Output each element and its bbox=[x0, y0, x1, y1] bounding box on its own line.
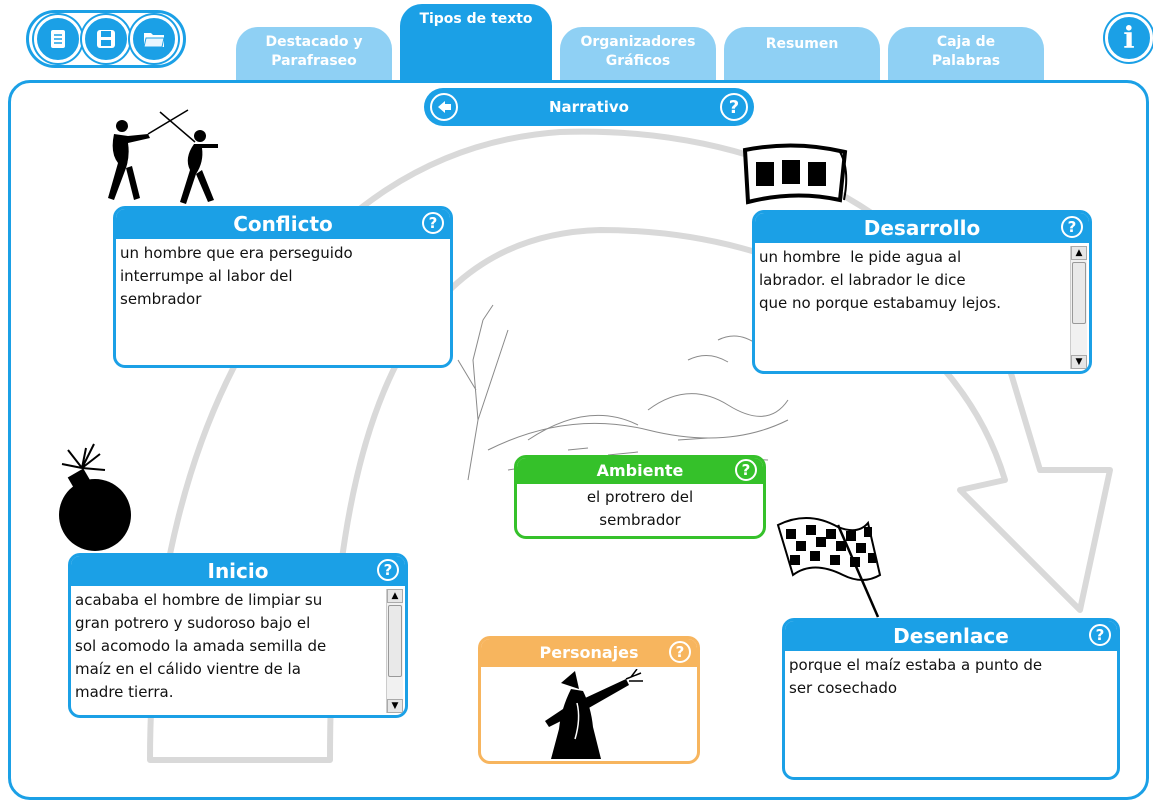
help-icon: ? bbox=[1095, 626, 1105, 644]
desarrollo-help-button[interactable]: ? bbox=[1061, 216, 1083, 238]
inicio-help-button[interactable]: ? bbox=[377, 559, 399, 581]
open-folder-button[interactable] bbox=[130, 15, 178, 63]
tab-resumen[interactable]: Resumen bbox=[724, 27, 880, 85]
scroll-down-icon[interactable]: ▼ bbox=[1071, 355, 1087, 369]
desenlace-card: Desenlace ? porque el maíz estaba a punt… bbox=[782, 618, 1120, 780]
narrative-help-button[interactable]: ? bbox=[720, 93, 748, 121]
new-document-button[interactable] bbox=[34, 15, 82, 63]
card-title: Inicio bbox=[207, 559, 269, 583]
personajes-card: Personajes ? bbox=[478, 636, 700, 764]
desenlace-help-button[interactable]: ? bbox=[1089, 624, 1111, 646]
scroll-thumb[interactable] bbox=[388, 605, 402, 677]
scroll-up-icon[interactable]: ▲ bbox=[387, 589, 403, 603]
conflicto-help-button[interactable]: ? bbox=[422, 212, 444, 234]
desarrollo-card: Desarrollo ? un hombre le pide agua al l… bbox=[752, 210, 1092, 374]
card-title: Desarrollo bbox=[863, 216, 981, 240]
narrative-title: Narrativo bbox=[549, 98, 629, 116]
info-button[interactable]: i bbox=[1105, 14, 1153, 62]
card-header: Ambiente ? bbox=[517, 458, 763, 484]
personajes-help-button[interactable]: ? bbox=[669, 641, 691, 663]
info-icon: i bbox=[1123, 20, 1135, 56]
scroll-down-icon[interactable]: ▼ bbox=[387, 699, 403, 713]
card-header: Conflicto ? bbox=[116, 209, 450, 239]
inicio-textarea[interactable]: acababa el hombre de limpiar su gran pot… bbox=[71, 586, 405, 707]
help-icon: ? bbox=[728, 96, 740, 118]
card-title: Conflicto bbox=[233, 212, 333, 236]
tab-destacado[interactable]: Destacado y Parafraseo bbox=[236, 27, 392, 85]
save-button[interactable] bbox=[82, 15, 130, 63]
film-reel-icon bbox=[742, 143, 848, 205]
tab-label: Resumen bbox=[765, 36, 839, 52]
file-toolbar bbox=[26, 10, 186, 68]
card-header: Personajes ? bbox=[481, 639, 697, 667]
inicio-scrollbar[interactable]: ▲ ▼ bbox=[386, 589, 403, 713]
folder-icon bbox=[143, 33, 165, 48]
arrow-left-icon bbox=[438, 101, 451, 113]
card-title: Ambiente bbox=[596, 461, 684, 480]
back-button[interactable] bbox=[430, 93, 458, 121]
document-icon bbox=[51, 30, 65, 48]
ambiente-card: Ambiente ? el protrero del sembrador bbox=[514, 455, 766, 539]
card-title: Personajes bbox=[539, 643, 639, 662]
tab-tipos-de-texto[interactable]: Tipos de texto bbox=[400, 4, 552, 85]
conflicto-textarea[interactable]: un hombre que era perseguido interrumpe … bbox=[116, 239, 450, 314]
desarrollo-scrollbar[interactable]: ▲ ▼ bbox=[1070, 246, 1087, 369]
scroll-thumb[interactable] bbox=[1072, 262, 1086, 324]
save-icon bbox=[97, 30, 115, 48]
inicio-card: Inicio ? acababa el hombre de limpiar su… bbox=[68, 553, 408, 718]
ambiente-help-button[interactable]: ? bbox=[735, 459, 757, 481]
tab-label: Tipos de texto bbox=[419, 11, 533, 27]
desenlace-textarea[interactable]: porque el maíz estaba a punto de ser cos… bbox=[785, 651, 1117, 703]
bomb-icon bbox=[59, 443, 131, 551]
help-icon: ? bbox=[741, 461, 751, 479]
card-header: Desarrollo ? bbox=[755, 213, 1089, 243]
ambiente-textarea[interactable]: el protrero del sembrador bbox=[517, 484, 763, 535]
card-header: Inicio ? bbox=[71, 556, 405, 586]
fencers-icon bbox=[108, 109, 218, 204]
help-icon: ? bbox=[383, 561, 393, 579]
help-icon: ? bbox=[675, 643, 685, 661]
tab-label: Destacado y Parafraseo bbox=[265, 34, 363, 69]
wizard-icon bbox=[545, 669, 643, 759]
help-icon: ? bbox=[1067, 218, 1077, 236]
scroll-up-icon[interactable]: ▲ bbox=[1071, 246, 1087, 260]
help-icon: ? bbox=[428, 214, 438, 232]
card-header: Desenlace ? bbox=[785, 621, 1117, 651]
card-title: Desenlace bbox=[893, 624, 1009, 648]
tab-caja-de-palabras[interactable]: Caja de Palabras bbox=[888, 27, 1044, 85]
tab-label: Organizadores Gráficos bbox=[580, 34, 696, 69]
conflicto-card: Conflicto ? un hombre que era perseguido… bbox=[113, 206, 453, 368]
desarrollo-textarea[interactable]: un hombre le pide agua al labrador. el l… bbox=[755, 243, 1089, 318]
narrative-type-bar: Narrativo ? bbox=[424, 88, 754, 126]
checkered-flag-icon bbox=[776, 516, 882, 618]
tab-label: Caja de Palabras bbox=[931, 34, 1001, 69]
tab-organizadores[interactable]: Organizadores Gráficos bbox=[560, 27, 716, 85]
